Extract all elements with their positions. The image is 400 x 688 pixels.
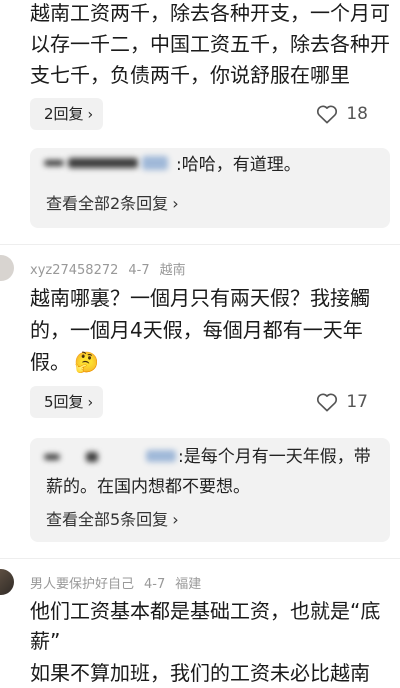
like-button[interactable]: 17 bbox=[316, 386, 368, 418]
divider bbox=[0, 558, 400, 559]
like-count: 17 bbox=[346, 392, 368, 412]
view-all-replies-link[interactable]: 查看全部2条回复 › bbox=[46, 192, 179, 216]
like-count: 18 bbox=[346, 104, 368, 124]
replies-button[interactable]: 2回复 › bbox=[30, 98, 104, 130]
sub-reply-text: 薪的。在国内想都不要想。 bbox=[46, 477, 250, 497]
thinking-face-icon: 🤔 bbox=[74, 350, 99, 374]
comment-text-line: 如果不算加班，我们的工资未必比越南 bbox=[30, 661, 370, 685]
chevron-right-icon: › bbox=[87, 107, 94, 123]
heart-icon bbox=[317, 105, 338, 124]
redacted-username bbox=[68, 158, 138, 168]
sub-reply-text: :哈哈，有道理。 bbox=[176, 155, 301, 175]
sub-replies-box: :是每个月有一天年假，带 薪的。在国内想都不要想。 查看全部5条回复 › bbox=[30, 438, 390, 542]
comment-date: 4-7 bbox=[144, 577, 166, 592]
heart-icon bbox=[317, 393, 338, 412]
avatar[interactable] bbox=[0, 569, 14, 595]
replies-count: 5回复 bbox=[44, 393, 84, 411]
comment-text-line: 他们工资基本都是基础工资，也就是“底 bbox=[30, 599, 381, 623]
comment-location: 福建 bbox=[175, 577, 202, 592]
redacted-username bbox=[142, 156, 168, 170]
username[interactable]: 男人要保护好自己 bbox=[30, 577, 134, 592]
comment-date: 4-7 bbox=[128, 263, 150, 278]
view-all-label: 查看全部5条回复 bbox=[46, 510, 169, 529]
view-all-replies-link[interactable]: 查看全部5条回复 › bbox=[46, 508, 179, 532]
replies-button[interactable]: 5回复 › bbox=[30, 386, 104, 418]
comment-text-line: 越南工资两千，除去各种开支，一个月可 bbox=[30, 1, 390, 25]
comment-text-line: 的，一個月4天假，每個月都有一天年 bbox=[30, 318, 363, 342]
sub-replies-box: :哈哈，有道理。 查看全部2条回复 › bbox=[30, 148, 390, 228]
divider bbox=[0, 244, 400, 245]
chevron-right-icon: › bbox=[87, 395, 94, 411]
view-all-label: 查看全部2条回复 bbox=[46, 194, 169, 213]
chevron-right-icon: › bbox=[172, 510, 179, 529]
like-button[interactable]: 18 bbox=[316, 98, 368, 130]
chevron-right-icon: › bbox=[172, 194, 179, 213]
comment-text-line: 薪” bbox=[30, 629, 61, 653]
comment-text: 假。 bbox=[30, 350, 70, 374]
redacted-username bbox=[86, 452, 98, 462]
comment-location: 越南 bbox=[159, 263, 186, 278]
replies-count: 2回复 bbox=[44, 105, 84, 123]
comment-text-line: 支七千，负债两千，你说舒服在哪里 bbox=[30, 63, 350, 87]
comment-text-line: 以存一千二，中国工资五千，除去各种开 bbox=[30, 32, 390, 56]
avatar[interactable] bbox=[0, 255, 14, 281]
comment-text-line: 假。 🤔 bbox=[30, 347, 99, 377]
redacted-username bbox=[44, 160, 64, 166]
sub-reply-text: :是每个月有一天年假，带 bbox=[178, 447, 371, 467]
redacted-username bbox=[146, 450, 176, 462]
comment-meta: 男人要保护好自己 4-7 福建 bbox=[30, 573, 211, 592]
comment-meta: xyz27458272 4-7 越南 bbox=[30, 259, 196, 278]
username[interactable]: xyz27458272 bbox=[30, 263, 118, 278]
comment-text-line: 越南哪裏？一個月只有兩天假？我接觸 bbox=[30, 286, 370, 310]
redacted-username bbox=[44, 454, 60, 460]
